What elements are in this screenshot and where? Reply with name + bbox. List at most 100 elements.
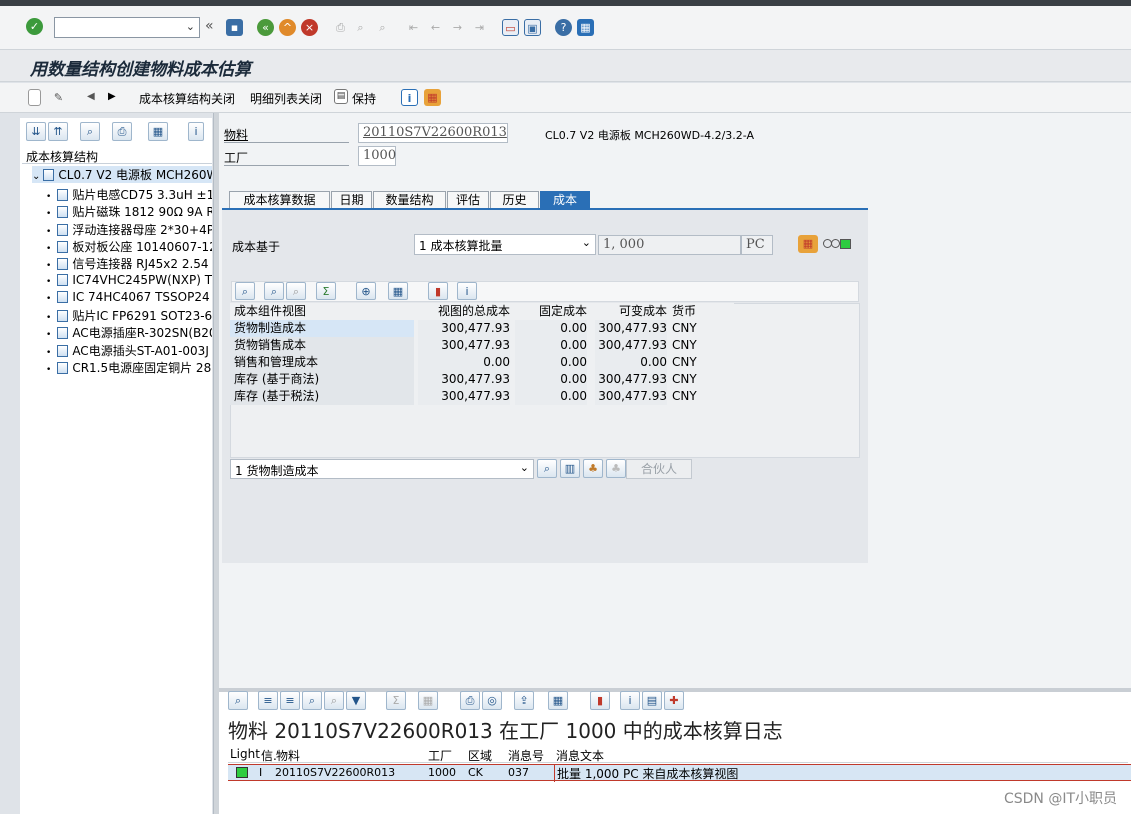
color-legend-icon[interactable]: ▦	[798, 235, 818, 253]
expand-icon[interactable]: ⇊	[26, 122, 46, 141]
grid-column-header[interactable]: 视图的总成本	[418, 303, 510, 320]
find-icon[interactable]: ⌕	[302, 691, 322, 710]
filter-icon[interactable]: ▼	[346, 691, 366, 710]
save-icon[interactable]: ▪	[226, 19, 243, 36]
grid-row[interactable]: 销售和管理成本 0.00 0.00 0.00 CNY	[230, 354, 734, 371]
layout-grid-icon[interactable]: ▦	[548, 691, 568, 710]
sort-desc-icon[interactable]: ≡	[280, 691, 300, 710]
grid-column-header[interactable]: 成本组件视图	[234, 303, 414, 320]
grid-row[interactable]: 库存 (基于商法) 300,477.93 0.00 300,477.93 CNY	[230, 371, 734, 388]
tab-valuation[interactable]: 评估	[447, 191, 489, 209]
tab-costing-data[interactable]: 成本核算数据	[229, 191, 330, 209]
find-icon[interactable]: ⌕	[264, 282, 284, 300]
chart-icon[interactable]: ▮	[590, 691, 610, 710]
subtotal-icon[interactable]: ⊕	[356, 282, 376, 300]
partner-button[interactable]: 合伙人	[626, 459, 692, 479]
log-row[interactable]: I 20110S7V22600R013 1000 CK 037 批量 1,000 PC 来…	[228, 764, 1131, 782]
hierarchy-icon[interactable]: ♣	[583, 459, 603, 478]
close-structure-button[interactable]: 成本核算结构关闭	[139, 90, 235, 107]
log-column-header[interactable]: Light	[230, 747, 260, 761]
chart-icon[interactable]: ▮	[428, 282, 448, 300]
help-icon[interactable]: ?	[555, 19, 572, 36]
find-next-icon[interactable]: ⌕	[286, 282, 306, 300]
cancel-icon[interactable]: ×	[301, 19, 318, 36]
info-icon[interactable]: i	[401, 89, 418, 106]
chevron-down-icon[interactable]: ⌄	[582, 236, 591, 249]
tree-item[interactable]: • IC 74HC4067 TSSOP24 —	[46, 290, 212, 307]
new-session-icon[interactable]: ▭	[502, 19, 519, 36]
log-column-header[interactable]: 信.	[261, 747, 277, 764]
display-change-icon[interactable]: ✎	[50, 89, 67, 106]
tree-item[interactable]: • 贴片电感CD75 3.3uH ±10	[46, 186, 212, 203]
new-document-icon[interactable]	[28, 89, 41, 106]
keep-button[interactable]: 保持	[352, 90, 376, 107]
grid-row[interactable]: 货物销售成本 300,477.93 0.00 300,477.93 CNY	[230, 337, 734, 354]
cost-basis-select[interactable]: 1 成本核算批量 ⌄	[414, 234, 596, 255]
grid-column-header[interactable]: 货币	[672, 303, 712, 320]
log-column-header[interactable]: 工厂	[428, 747, 452, 764]
grid-row[interactable]: 库存 (基于税法) 300,477.93 0.00 300,477.93 CNY	[230, 388, 734, 405]
print-list-icon[interactable]: ⎙	[112, 122, 132, 141]
grid-row[interactable]: 货物制造成本 300,477.93 0.00 300,477.93 CNY	[230, 320, 734, 337]
search-icon[interactable]: ⌕	[537, 459, 557, 478]
info-icon[interactable]: i	[620, 691, 640, 710]
layout-grid-icon[interactable]: ▦	[388, 282, 408, 300]
export-icon[interactable]: ⇪	[514, 691, 534, 710]
enter-check-icon[interactable]: ✓	[26, 18, 43, 35]
help-log-icon[interactable]: ✚	[664, 691, 684, 710]
unit-field[interactable]: PC	[741, 235, 773, 255]
chevron-down-icon[interactable]: ⌄	[32, 171, 40, 182]
tab-costs[interactable]: 成本	[540, 191, 590, 209]
tab-dates[interactable]: 日期	[331, 191, 372, 209]
tree-item[interactable]: • 贴片磁珠 1812 90Ω 9A RC	[46, 203, 212, 220]
layout-icon[interactable]: ▦	[577, 19, 594, 36]
grid-column-header[interactable]: 可变成本	[595, 303, 667, 320]
tree-item[interactable]: • 信号连接器 RJ45x2 2.54 r	[46, 255, 212, 272]
details-icon[interactable]: ⌕	[235, 282, 255, 300]
collapse-icon[interactable]: ⇈	[48, 122, 68, 141]
tree-item[interactable]: • 板对板公座 10140607-121	[46, 238, 212, 255]
tree-item[interactable]: • 浮动连接器母座 2*30+4P	[46, 221, 212, 238]
tree-root-node[interactable]: ⌄ CL0.7 V2 电源板 MCH260WD	[32, 166, 212, 183]
technical-info-icon[interactable]: ▤	[642, 691, 662, 710]
info-small-icon[interactable]: i	[188, 122, 204, 141]
exit-icon[interactable]: ^	[279, 19, 296, 36]
tab-qty-structure[interactable]: 数量结构	[373, 191, 446, 209]
grid-column-header[interactable]: 固定成本	[515, 303, 587, 320]
chevron-down-icon[interactable]: ⌄	[520, 461, 529, 474]
log-column-header[interactable]: 物料	[276, 747, 300, 764]
layout-grid-icon[interactable]: ▦	[148, 122, 168, 141]
log-column-header[interactable]: 消息文本	[556, 747, 604, 764]
color-legend-icon[interactable]: ▦	[424, 89, 441, 106]
component-select[interactable]: 1 货物制造成本 ⌄	[230, 459, 534, 479]
tree-item[interactable]: • CR1.5电源座固定铜片 28	[46, 359, 212, 376]
nav-left-icon[interactable]: ◀	[87, 91, 95, 102]
info-icon[interactable]: i	[457, 282, 477, 300]
qty-field[interactable]: 1, 000	[598, 235, 741, 255]
material-field[interactable]: 20110S7V22600R013	[358, 123, 508, 143]
tree-item[interactable]: • AC电源插头ST-A01-003J z	[46, 342, 212, 359]
tab-history[interactable]: 历史	[490, 191, 539, 209]
columns-icon[interactable]: ▥	[560, 459, 580, 478]
chevron-down-icon[interactable]: ⌄	[186, 20, 195, 33]
find-next-icon[interactable]: ⌕	[324, 691, 344, 710]
binoculars-icon[interactable]: ⌕	[80, 122, 100, 141]
sum-icon[interactable]: Σ	[316, 282, 336, 300]
double-chevron-left-icon[interactable]: «	[205, 18, 214, 34]
log-column-header[interactable]: 消息号	[508, 747, 544, 764]
keep-icon[interactable]: ▤	[334, 89, 348, 104]
close-detail-list-button[interactable]: 明细列表关闭	[250, 90, 322, 107]
views-icon[interactable]: ◎	[482, 691, 502, 710]
details-icon[interactable]: ⌕	[228, 691, 248, 710]
shortcut-icon[interactable]: ▣	[524, 19, 541, 36]
tree-item[interactable]: • AC电源插座R-302SN(B202	[46, 324, 212, 341]
nav-right-icon[interactable]: ▶	[108, 91, 116, 102]
command-field[interactable]: ⌄	[54, 17, 200, 38]
tree-item[interactable]: • IC74VHC245PW(NXP) TSS	[46, 273, 212, 290]
tree-item[interactable]: • 贴片IC FP6291 SOT23-6L	[46, 307, 212, 324]
log-column-header[interactable]: 区域	[468, 747, 492, 764]
sort-asc-icon[interactable]: ≡	[258, 691, 278, 710]
back-icon[interactable]: «	[257, 19, 274, 36]
plant-field[interactable]: 1000	[358, 146, 396, 166]
print-icon[interactable]: ⎙	[460, 691, 480, 710]
